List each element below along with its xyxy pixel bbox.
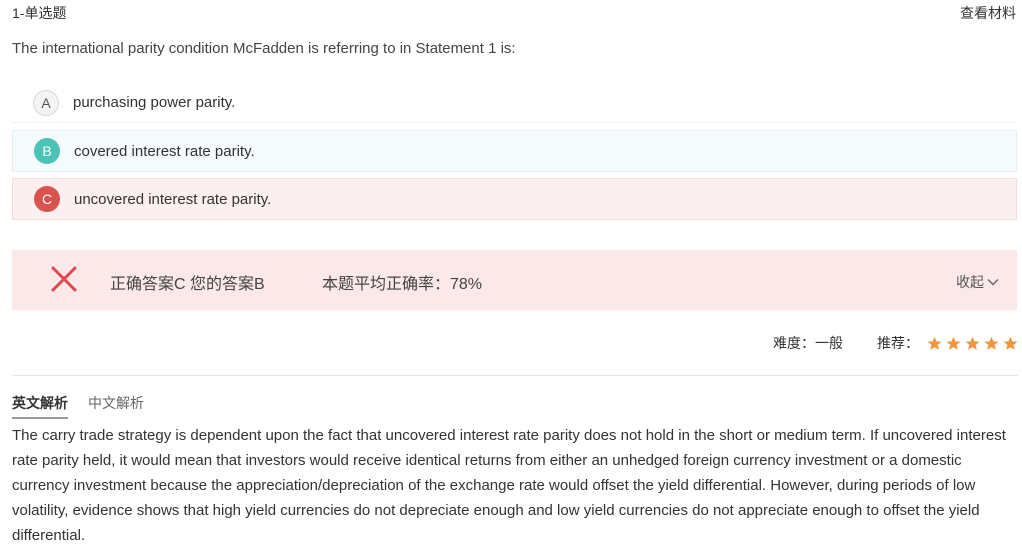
option-b[interactable]: B covered interest rate parity.: [12, 130, 1017, 172]
star-icon: [946, 336, 961, 350]
average-accuracy-text: 本题平均正确率：78%: [322, 276, 483, 293]
option-c[interactable]: C uncovered interest rate parity.: [12, 178, 1017, 220]
tab-english-analysis[interactable]: 英文解析: [12, 393, 68, 419]
star-icon: [965, 336, 980, 350]
question-header: 1-单选题 查看材料: [12, 3, 1016, 23]
analysis-tabs: 英文解析 中文解析: [12, 393, 164, 419]
correct-answer-text: 正确答案C 您的答案B: [110, 276, 265, 293]
tab-chinese-analysis[interactable]: 中文解析: [88, 393, 144, 419]
option-text: purchasing power parity.: [73, 94, 236, 111]
question-meta: 难度：一般 推荐：: [773, 333, 1018, 353]
star-icon: [984, 336, 999, 350]
collapse-button[interactable]: 收起: [956, 272, 999, 292]
cross-icon: [51, 266, 77, 292]
option-letter-badge: C: [34, 186, 60, 212]
chevron-down-icon: [987, 279, 999, 286]
option-text: covered interest rate parity.: [74, 142, 255, 160]
recommend-label: 推荐：: [877, 335, 919, 351]
explanation-text: The carry trade strategy is dependent up…: [12, 427, 1006, 544]
difficulty-label: 难度：一般: [773, 335, 843, 351]
option-a[interactable]: A purchasing power parity.: [12, 83, 1017, 123]
collapse-label: 收起: [956, 274, 984, 290]
option-letter-badge: B: [34, 138, 60, 164]
section-divider: [12, 375, 1018, 376]
option-letter-badge: A: [33, 89, 59, 116]
option-text: uncovered interest rate parity.: [74, 190, 272, 208]
question-stem: The international parity condition McFad…: [12, 40, 516, 57]
answer-result-panel: 正确答案C 您的答案B 本题平均正确率：78% 收起: [12, 250, 1017, 310]
question-type-label: 1-单选题: [12, 5, 67, 21]
star-icon: [1003, 336, 1018, 350]
view-material-link[interactable]: 查看材料: [960, 3, 1016, 23]
star-icon: [927, 336, 942, 350]
recommend-rating: [923, 336, 1018, 351]
